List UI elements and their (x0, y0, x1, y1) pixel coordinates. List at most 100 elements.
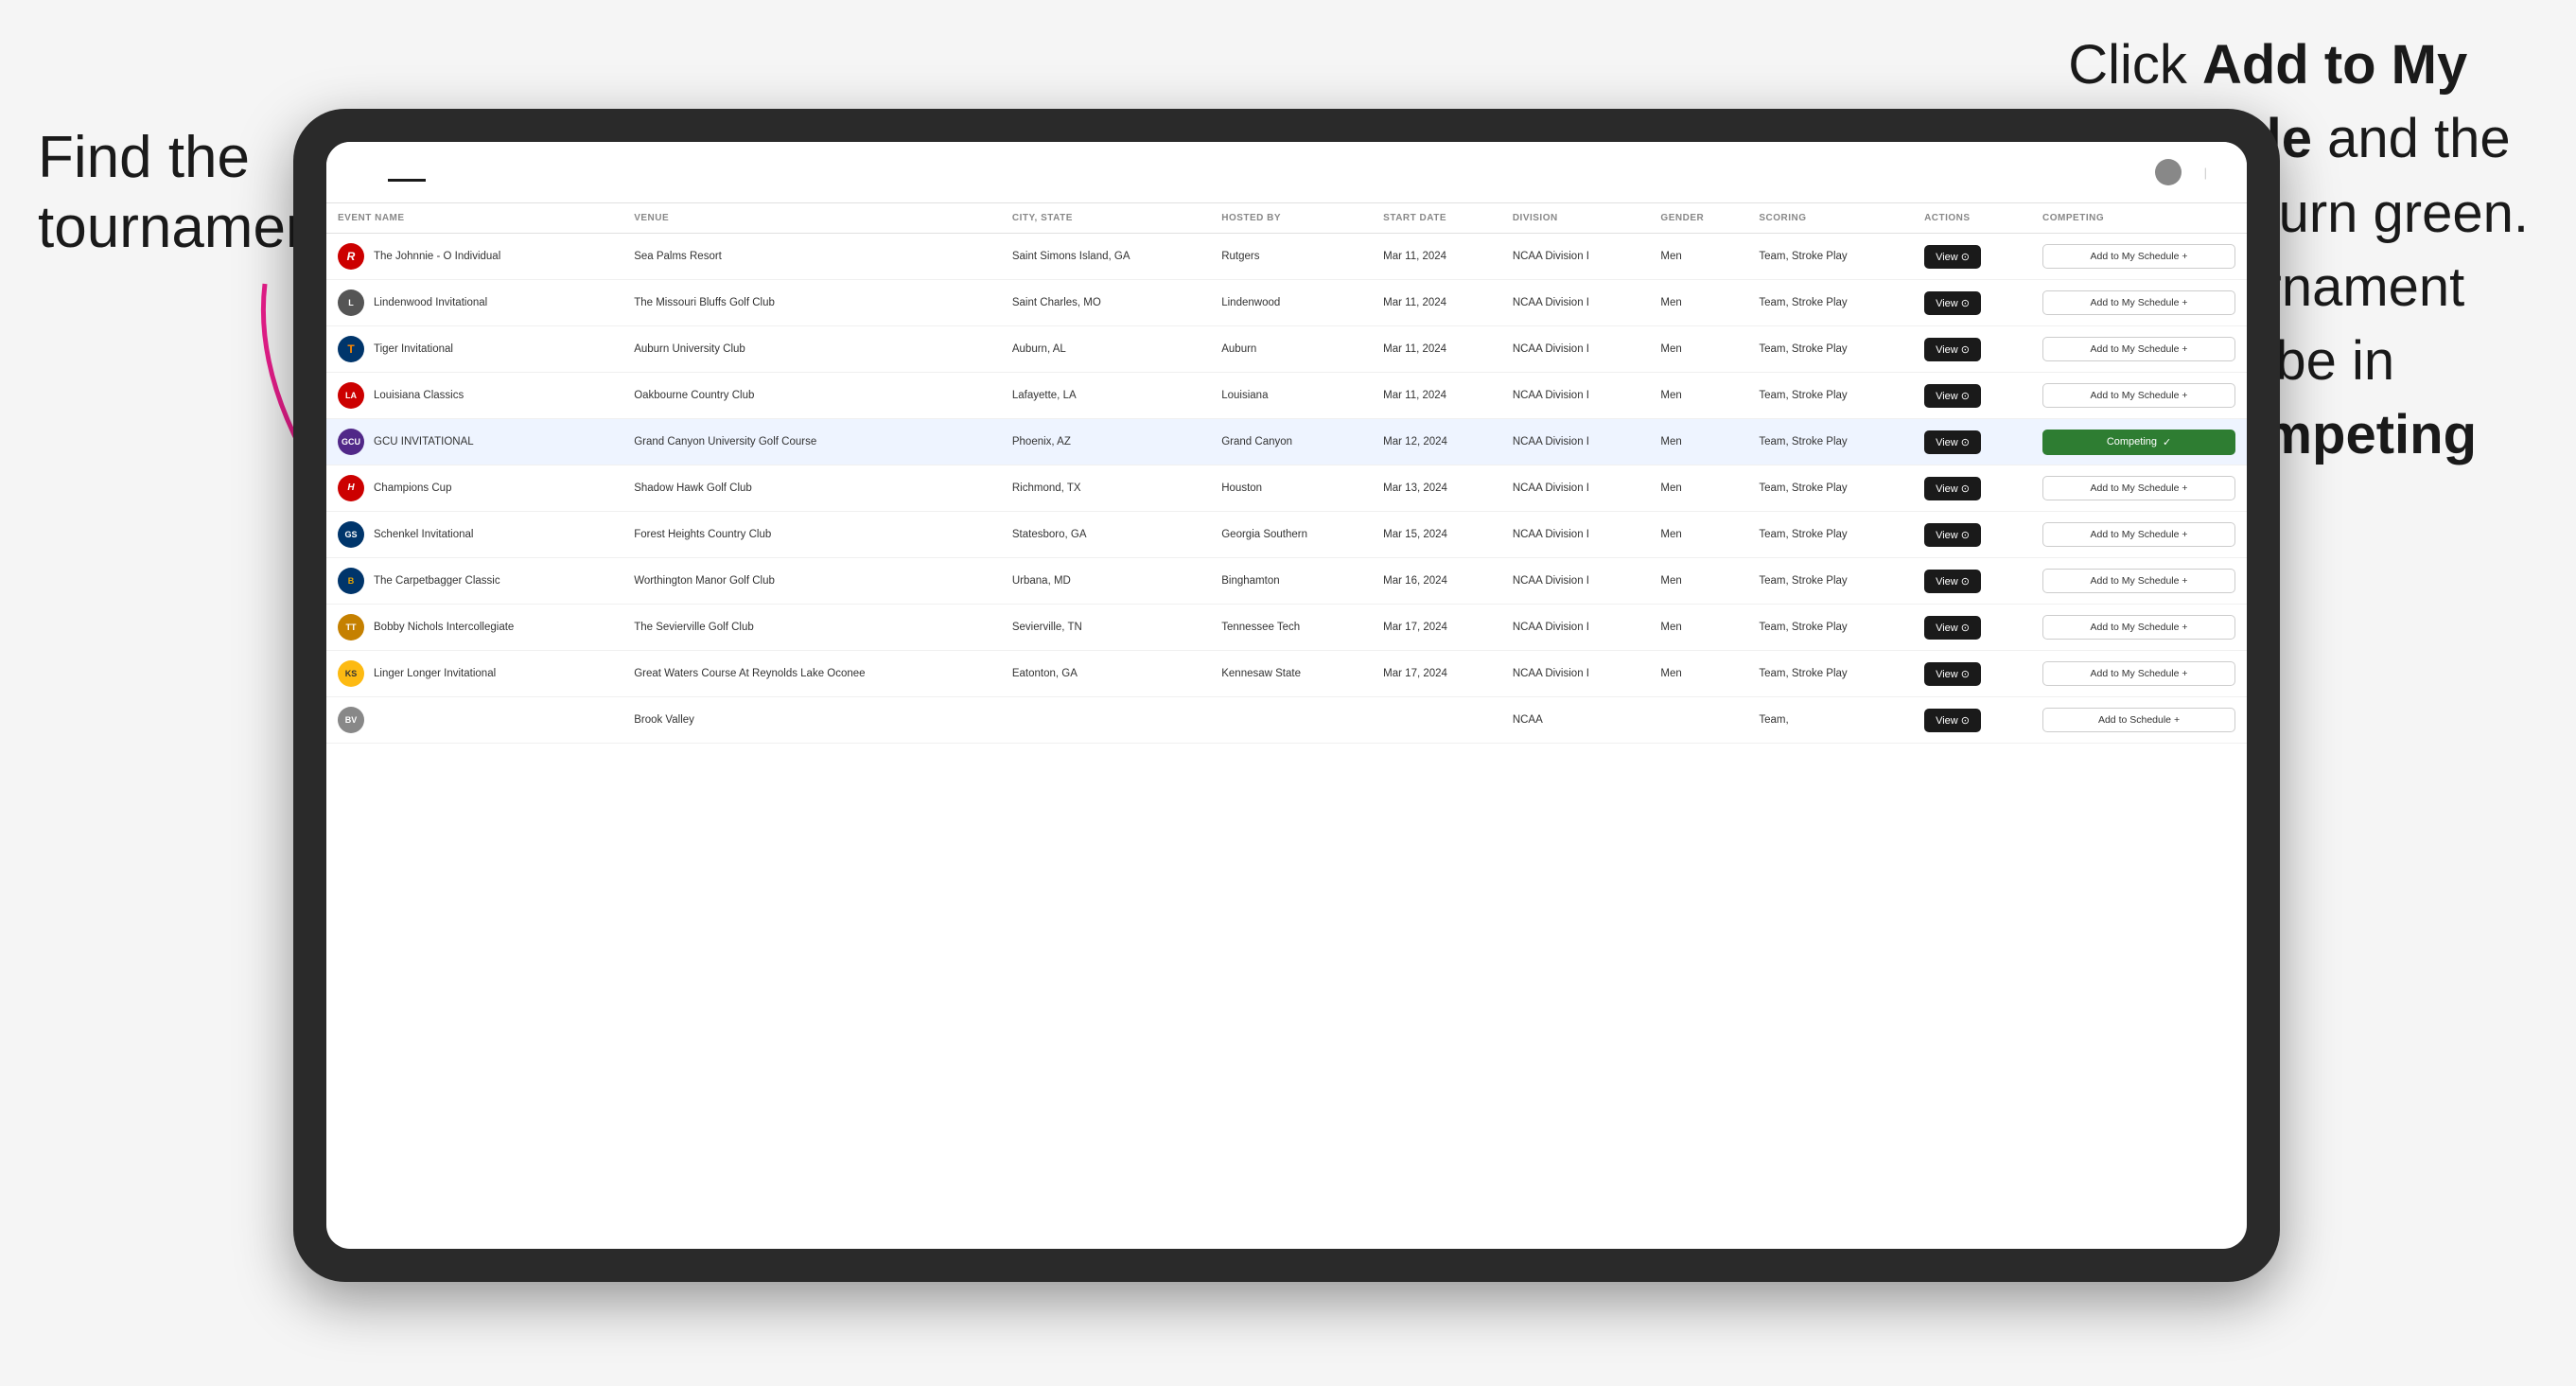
scoring-cell: Team, Stroke Play (1747, 558, 1913, 605)
city-state-cell: Sevierville, TN (1001, 605, 1210, 651)
add-to-schedule-button[interactable]: Add to My Schedule + (2042, 661, 2235, 686)
divider: | (2204, 166, 2207, 180)
event-name: Bobby Nichols Intercollegiate (374, 620, 514, 635)
col-city-state: CITY, STATE (1001, 203, 1210, 234)
city-state-cell: Eatonton, GA (1001, 651, 1210, 697)
competing-cell: Add to Schedule + (2031, 697, 2247, 744)
division-cell: NCAA Division I (1501, 651, 1650, 697)
start-date-cell: Mar 15, 2024 (1372, 512, 1501, 558)
view-button[interactable]: View ⊙ (1924, 616, 1981, 640)
view-button[interactable]: View ⊙ (1924, 384, 1981, 408)
competing-cell: Add to My Schedule + (2031, 651, 2247, 697)
col-scoring: SCORING (1747, 203, 1913, 234)
scoring-cell: Team, Stroke Play (1747, 512, 1913, 558)
view-button[interactable]: View ⊙ (1924, 430, 1981, 454)
tab-tournaments[interactable] (388, 164, 426, 182)
add-to-schedule-button[interactable]: Add to My Schedule + (2042, 337, 2235, 361)
division-cell: NCAA Division I (1501, 234, 1650, 280)
table-row: L Lindenwood Invitational The Missouri B… (326, 280, 2247, 326)
add-to-schedule-button[interactable]: Add to My Schedule + (2042, 615, 2235, 640)
view-button[interactable]: View ⊙ (1924, 291, 1981, 315)
city-state-cell: Auburn, AL (1001, 326, 1210, 373)
hosted-by-cell: Tennessee Tech (1210, 605, 1372, 651)
actions-cell: View ⊙ (1913, 326, 2031, 373)
table-header-row: EVENT NAME VENUE CITY, STATE HOSTED BY S… (326, 203, 2247, 234)
venue-cell: Grand Canyon University Golf Course (622, 419, 1001, 465)
scoring-cell: Team, Stroke Play (1747, 280, 1913, 326)
hosted-by-cell: Houston (1210, 465, 1372, 512)
scoring-cell: Team, Stroke Play (1747, 651, 1913, 697)
gender-cell: Men (1649, 234, 1747, 280)
start-date-cell: Mar 11, 2024 (1372, 373, 1501, 419)
add-to-schedule-button[interactable]: Add to My Schedule + (2042, 476, 2235, 500)
table-row: B The Carpetbagger Classic Worthington M… (326, 558, 2247, 605)
gender-cell: Men (1649, 651, 1747, 697)
venue-cell: Worthington Manor Golf Club (622, 558, 1001, 605)
venue-cell: The Sevierville Golf Club (622, 605, 1001, 651)
event-name-cell: TT Bobby Nichols Intercollegiate (326, 605, 622, 651)
venue-cell: Auburn University Club (622, 326, 1001, 373)
table-row: H Champions Cup Shadow Hawk Golf ClubRic… (326, 465, 2247, 512)
actions-cell: View ⊙ (1913, 280, 2031, 326)
table-row: T Tiger Invitational Auburn University C… (326, 326, 2247, 373)
division-cell: NCAA Division I (1501, 512, 1650, 558)
view-button[interactable]: View ⊙ (1924, 338, 1981, 361)
nav-tabs (388, 164, 464, 182)
view-button[interactable]: View ⊙ (1924, 477, 1981, 500)
add-to-schedule-button[interactable]: Add to Schedule + (2042, 708, 2235, 732)
team-logo: KS (338, 660, 364, 687)
avatar (2155, 159, 2182, 185)
division-cell: NCAA Division I (1501, 280, 1650, 326)
actions-cell: View ⊙ (1913, 373, 2031, 419)
view-button[interactable]: View ⊙ (1924, 709, 1981, 732)
tablet-frame: | EVENT NAME VENUE CITY, STATE HOSTED BY… (293, 109, 2280, 1282)
team-logo: T (338, 336, 364, 362)
venue-cell: The Missouri Bluffs Golf Club (622, 280, 1001, 326)
start-date-cell: Mar 11, 2024 (1372, 280, 1501, 326)
header-right: | (2155, 159, 2218, 185)
table-row: LA Louisiana Classics Oakbourne Country … (326, 373, 2247, 419)
add-to-schedule-button[interactable]: Add to My Schedule + (2042, 383, 2235, 408)
table-row: TT Bobby Nichols Intercollegiate The Sev… (326, 605, 2247, 651)
division-cell: NCAA Division I (1501, 326, 1650, 373)
view-button[interactable]: View ⊙ (1924, 523, 1981, 547)
actions-cell: View ⊙ (1913, 465, 2031, 512)
view-button[interactable]: View ⊙ (1924, 570, 1981, 593)
add-to-schedule-button[interactable]: Add to My Schedule + (2042, 522, 2235, 547)
add-to-schedule-button[interactable]: Add to My Schedule + (2042, 244, 2235, 269)
scoring-cell: Team, Stroke Play (1747, 373, 1913, 419)
city-state-cell: Urbana, MD (1001, 558, 1210, 605)
add-to-schedule-button[interactable]: Add to My Schedule + (2042, 569, 2235, 593)
team-logo: GCU (338, 429, 364, 455)
team-logo: GS (338, 521, 364, 548)
view-button[interactable]: View ⊙ (1924, 662, 1981, 686)
gender-cell: Men (1649, 465, 1747, 512)
competing-cell: Add to My Schedule + (2031, 605, 2247, 651)
event-name-cell: R The Johnnie - O Individual (326, 234, 622, 280)
hosted-by-cell: Louisiana (1210, 373, 1372, 419)
add-to-schedule-button[interactable]: Add to My Schedule + (2042, 290, 2235, 315)
competing-button[interactable]: Competing ✓ (2042, 430, 2235, 455)
city-state-cell: Statesboro, GA (1001, 512, 1210, 558)
city-state-cell (1001, 697, 1210, 744)
event-name-cell: GS Schenkel Invitational (326, 512, 622, 558)
tab-teams[interactable] (426, 164, 464, 182)
scoring-cell: Team, Stroke Play (1747, 234, 1913, 280)
city-state-cell: Richmond, TX (1001, 465, 1210, 512)
division-cell: NCAA Division I (1501, 605, 1650, 651)
venue-cell: Shadow Hawk Golf Club (622, 465, 1001, 512)
division-cell: NCAA Division I (1501, 465, 1650, 512)
col-venue: VENUE (622, 203, 1001, 234)
event-name: Lindenwood Invitational (374, 295, 487, 310)
start-date-cell: Mar 13, 2024 (1372, 465, 1501, 512)
venue-cell: Great Waters Course At Reynolds Lake Oco… (622, 651, 1001, 697)
hosted-by-cell: Rutgers (1210, 234, 1372, 280)
col-actions: ACTIONS (1913, 203, 2031, 234)
actions-cell: View ⊙ (1913, 512, 2031, 558)
col-event-name: EVENT NAME (326, 203, 622, 234)
check-icon: ✓ (2163, 436, 2171, 448)
table-row: R The Johnnie - O Individual Sea Palms R… (326, 234, 2247, 280)
view-button[interactable]: View ⊙ (1924, 245, 1981, 269)
gender-cell: Men (1649, 280, 1747, 326)
venue-cell: Brook Valley (622, 697, 1001, 744)
